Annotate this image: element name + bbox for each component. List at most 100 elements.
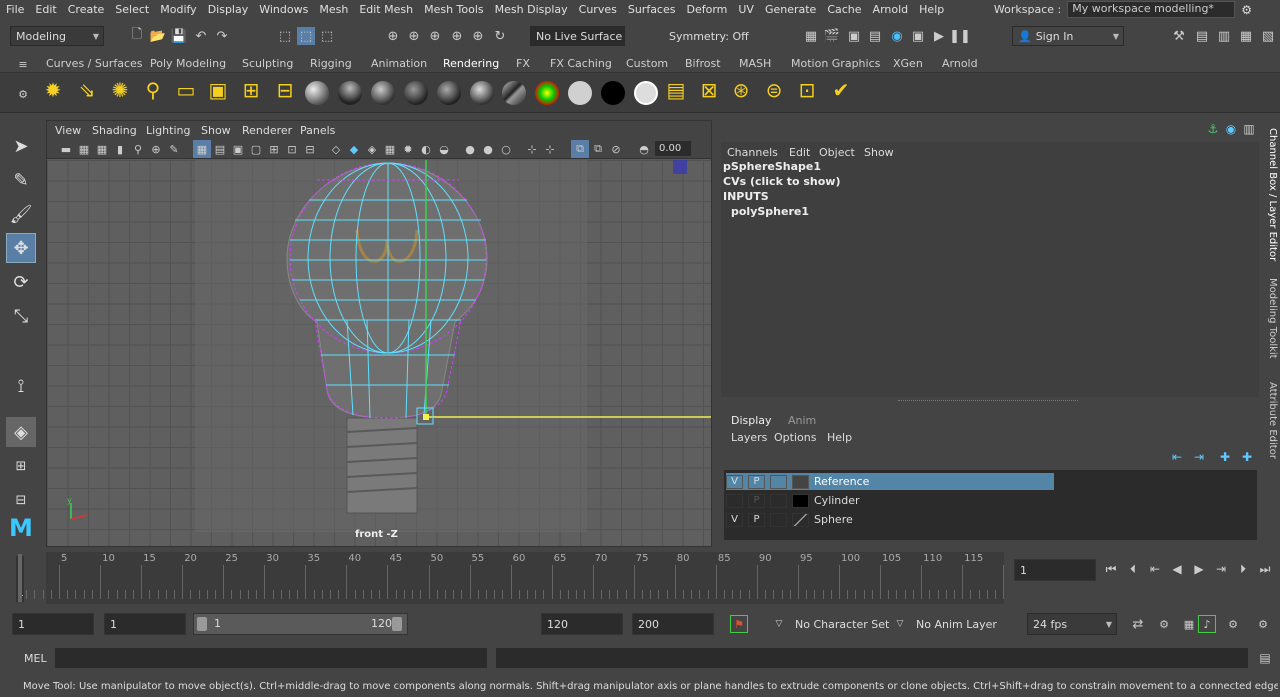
shading-map-icon[interactable] [470, 81, 494, 105]
shelf-tab-animation[interactable]: Animation [371, 57, 427, 70]
shelf-tab-mash[interactable]: MASH [739, 57, 771, 70]
range-options-icon[interactable]: ⚙ [1254, 615, 1272, 633]
animation-end-field[interactable]: 200 [632, 613, 714, 635]
current-time-indicator[interactable] [18, 554, 22, 602]
single-pane-layout-icon[interactable]: ◈ [6, 417, 36, 447]
play-backwards-icon[interactable]: ◀ [1168, 560, 1186, 578]
smooth-shade-icon[interactable]: ◆ [345, 140, 363, 158]
layer-display-type-toggle[interactable] [770, 512, 787, 527]
textured-icon[interactable]: ▦ [381, 140, 399, 158]
channel-box-menu-channels[interactable]: Channels [727, 146, 778, 159]
layer-row-cylinder[interactable]: P Cylinder [726, 492, 1054, 509]
character-set-label[interactable]: No Character Set [795, 618, 889, 631]
last-tool-icon[interactable]: ⟟ [6, 371, 36, 401]
menu-surfaces[interactable]: Surfaces [628, 3, 676, 16]
use-lights-icon[interactable]: ✹ [399, 140, 417, 158]
scale-tool-icon[interactable]: ⤡ [6, 301, 36, 331]
field-chart-icon[interactable]: ⊞ [265, 140, 283, 158]
side-tab-modeling-toolkit[interactable]: Modeling Toolkit [1267, 278, 1278, 359]
channel-box-menu-edit[interactable]: Edit [789, 146, 810, 159]
channel-box-keyable-icon[interactable]: ⚓ [1204, 120, 1222, 138]
layer-row-sphere[interactable]: V P Sphere [726, 511, 1054, 528]
xray-active-icon[interactable]: ⧉ [589, 140, 607, 158]
layer-menu-layers[interactable]: Layers [731, 431, 767, 444]
layer-menu-help[interactable]: Help [827, 431, 852, 444]
camera-aim-icon[interactable]: ⊟ [276, 78, 294, 102]
snap-grid-icon[interactable]: ⊕ [384, 27, 402, 45]
fps-dropdown[interactable]: 24 fps ▼ [1027, 613, 1117, 635]
four-pane-layout-icon[interactable]: ⊞ [6, 451, 36, 481]
depth-of-field-icon[interactable]: ○ [497, 140, 515, 158]
go-to-end-icon[interactable]: ⏭ [1256, 560, 1274, 578]
new-layer-selected-icon[interactable]: ✚ [1238, 448, 1256, 466]
shadows-icon[interactable]: ◐ [417, 140, 435, 158]
render-view-shelf-icon[interactable]: ⊠ [700, 78, 718, 102]
move-layer-up-icon[interactable]: ⇤ [1168, 448, 1186, 466]
wireframe-icon[interactable]: ◇ [327, 140, 345, 158]
multisample-icon[interactable]: ● [479, 140, 497, 158]
playback-start-field[interactable]: 1 [104, 613, 186, 635]
next-key-icon[interactable]: ⇥ [1212, 560, 1230, 578]
menu-select[interactable]: Select [115, 3, 149, 16]
side-tab-channel-box[interactable]: Channel Box / Layer Editor [1267, 128, 1278, 261]
safe-action-icon[interactable]: ⊡ [283, 140, 301, 158]
black-shader-icon[interactable] [601, 81, 625, 105]
channel-box-icon[interactable]: ▦ [1237, 27, 1255, 45]
menu-cache[interactable]: Cache [827, 3, 861, 16]
film-gate-icon[interactable]: ▤ [211, 140, 229, 158]
menu-file[interactable]: File [6, 3, 24, 16]
layer-tab-anim[interactable]: Anim [788, 414, 816, 427]
workspace-dropdown[interactable]: My workspace modelling* [1067, 1, 1236, 18]
xray-icon[interactable]: ⊹ [541, 140, 559, 158]
modeling-toolkit-icon[interactable]: ⚒ [1170, 27, 1188, 45]
menu-display[interactable]: Display [208, 3, 249, 16]
layer-color-swatch[interactable] [792, 512, 809, 527]
volume-light-icon[interactable]: ▣ [209, 78, 228, 102]
ipr-render-shelf-icon[interactable]: ⊜ [765, 78, 783, 102]
lambert-material-icon[interactable] [371, 81, 395, 105]
ramp-shader-icon[interactable] [535, 81, 559, 105]
redo-icon[interactable]: ↷ [213, 27, 231, 45]
menu-windows[interactable]: Windows [259, 3, 308, 16]
lasso-tool-icon[interactable]: ✎ [6, 165, 36, 195]
shelf-tab-motion-graphics[interactable]: Motion Graphics [791, 57, 880, 70]
arnold-render-icon[interactable]: ▣ [909, 27, 927, 45]
layer-name[interactable]: Sphere [814, 513, 853, 526]
new-scene-icon[interactable]: 🗋 [128, 27, 146, 45]
shelf-tab-rendering[interactable]: Rendering [443, 57, 499, 70]
camera-attributes-icon[interactable]: ▦ [75, 140, 93, 158]
anim-layer-label[interactable]: No Anim Layer [916, 618, 997, 631]
channel-box-menu-object[interactable]: Object [819, 146, 855, 159]
sound-icon[interactable]: ♪ [1198, 615, 1216, 633]
paint-select-icon[interactable]: 🖌 [6, 199, 36, 229]
move-manipulator-handle[interactable] [423, 414, 429, 420]
bookmarks-icon[interactable]: ▦ [1180, 615, 1198, 633]
shelf-tab-rigging[interactable]: Rigging [310, 57, 352, 70]
ipr-render-icon[interactable]: ▣ [845, 27, 863, 45]
backface-culling-icon[interactable]: ⊘ [607, 140, 625, 158]
menu-mesh[interactable]: Mesh [319, 3, 348, 16]
layer-playback-toggle[interactable]: P [748, 474, 765, 489]
menu-help[interactable]: Help [919, 3, 944, 16]
character-set-arrow-icon[interactable]: ▽ [770, 615, 788, 633]
save-scene-icon[interactable]: 💾 [170, 27, 188, 45]
layer-display-type-toggle[interactable] [770, 474, 787, 489]
select-camera-icon[interactable]: ▬ [57, 140, 75, 158]
viewport-menu-lighting[interactable]: Lighting [146, 124, 190, 137]
layer-display-type-toggle[interactable] [770, 493, 787, 508]
batch-render-icon[interactable]: ✔ [832, 78, 850, 102]
rotate-tool-icon[interactable]: ⟳ [6, 267, 36, 297]
bookmark-icon[interactable]: ▦ [93, 140, 111, 158]
step-back-icon[interactable]: ⏴ [1124, 560, 1142, 578]
arnold-ipr-icon[interactable]: ▶ [930, 27, 948, 45]
render-frame-icon[interactable]: 🎬 [823, 27, 841, 45]
point-light-icon[interactable]: ✺ [111, 78, 129, 102]
menu-arnold[interactable]: Arnold [873, 3, 909, 16]
viewport-menu-view[interactable]: View [55, 124, 81, 137]
pencil-icon[interactable]: ✎ [165, 140, 183, 158]
select-component-icon[interactable]: ⬚ [318, 27, 336, 45]
loop-icon[interactable]: ⇄ [1129, 615, 1147, 633]
shelf-options-icon[interactable]: ⚙ [14, 85, 32, 103]
select-hierarchy-icon[interactable]: ⬚ [276, 27, 294, 45]
shelf-tab-custom[interactable]: Custom [626, 57, 668, 70]
